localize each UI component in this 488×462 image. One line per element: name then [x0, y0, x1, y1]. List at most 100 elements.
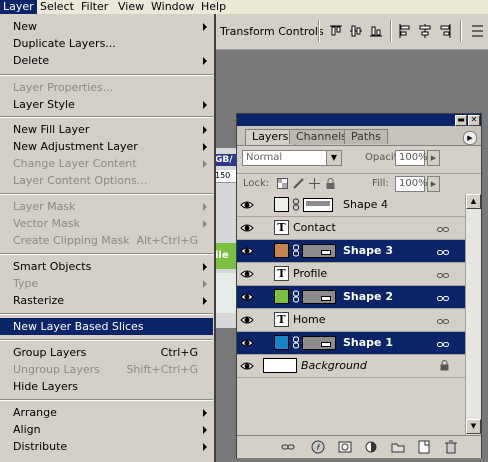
- menu-item-duplicate-layers[interactable]: Duplicate Layers...: [0, 35, 213, 52]
- layer-name[interactable]: Shape 3: [343, 244, 393, 257]
- vector-mask-thumbnail[interactable]: [303, 198, 333, 212]
- menu-item-label: New Layer Based Slices: [13, 320, 144, 333]
- vector-mask-thumbnail[interactable]: [302, 336, 336, 350]
- menu-item-rasterize[interactable]: Rasterize: [0, 292, 213, 309]
- menu-item-change-layer-content[interactable]: Change Layer Content: [0, 155, 213, 172]
- menu-item-type[interactable]: Type: [0, 275, 213, 292]
- opacity-field[interactable]: 100%: [395, 150, 428, 166]
- menu-item-new-adjustment-layer[interactable]: New Adjustment Layer: [0, 138, 213, 155]
- layer-row-shape-2[interactable]: Shape 2: [237, 286, 465, 309]
- layer-name[interactable]: Contact: [293, 221, 336, 234]
- eye-icon[interactable]: [240, 313, 254, 327]
- menu-item-group-layers[interactable]: Group Layers Ctrl+G: [0, 344, 213, 361]
- menu-item-align[interactable]: Align: [0, 421, 213, 438]
- menu-item-new-fill-layer[interactable]: New Fill Layer: [0, 121, 213, 138]
- menu-item-arrange[interactable]: Arrange: [0, 404, 213, 421]
- link-layers-icon[interactable]: [281, 440, 295, 454]
- layer-name[interactable]: Background: [301, 359, 367, 372]
- menu-item-layer-content-options[interactable]: Layer Content Options...: [0, 172, 213, 189]
- align-bottom-icon[interactable]: [369, 23, 383, 39]
- menu-item-distribute[interactable]: Distribute: [0, 438, 213, 455]
- opacity-arrow-icon[interactable]: ▶: [427, 150, 440, 166]
- scroll-up-icon[interactable]: ▲: [466, 194, 481, 209]
- layer-thumbnail[interactable]: [274, 335, 289, 350]
- close-icon[interactable]: ✕: [468, 115, 480, 126]
- menu-window[interactable]: Window: [148, 0, 197, 14]
- layer-thumbnail[interactable]: [274, 243, 289, 258]
- menu-item-ungroup-layers[interactable]: Ungroup Layers Shift+Ctrl+G: [0, 361, 213, 378]
- panel-titlebar[interactable]: ▬ ✕: [237, 114, 481, 126]
- menu-item-smart-objects[interactable]: Smart Objects: [0, 258, 213, 275]
- text-layer-icon: T: [274, 220, 289, 235]
- eye-icon[interactable]: [240, 267, 254, 281]
- eye-icon[interactable]: [240, 359, 254, 373]
- chain-link-icon[interactable]: [292, 290, 300, 304]
- layer-thumbnail[interactable]: [274, 197, 289, 212]
- blend-mode-select[interactable]: Normal ▼: [242, 150, 342, 166]
- lock-transparent-icon[interactable]: [277, 178, 288, 189]
- lock-all-icon[interactable]: [325, 178, 336, 189]
- menu-help[interactable]: Help: [198, 0, 229, 14]
- panel-menu-icon[interactable]: ▶: [463, 131, 477, 145]
- lock-pixels-icon[interactable]: [293, 178, 304, 189]
- eye-icon[interactable]: [240, 290, 254, 304]
- tab-layers[interactable]: Layers: [245, 129, 296, 145]
- add-mask-icon[interactable]: [338, 440, 352, 454]
- layer-list-scrollbar[interactable]: ▲ ▼: [465, 194, 481, 435]
- layer-row-shape-3[interactable]: Shape 3: [237, 240, 465, 263]
- menu-item-vector-mask[interactable]: Vector Mask: [0, 215, 213, 232]
- menu-item-new-layer-based-slices[interactable]: New Layer Based Slices: [0, 318, 213, 335]
- chain-link-icon[interactable]: [292, 244, 300, 258]
- eye-icon[interactable]: [240, 221, 254, 235]
- new-layer-icon[interactable]: [417, 440, 431, 454]
- layer-row-background[interactable]: Background: [237, 355, 465, 378]
- layer-row-shape-1[interactable]: Shape 1: [237, 332, 465, 355]
- lock-position-icon[interactable]: [309, 178, 320, 189]
- menu-item-create-clipping-mask[interactable]: Create Clipping Mask Alt+Ctrl+G: [0, 232, 213, 249]
- chain-link-icon[interactable]: [292, 198, 300, 212]
- chain-link-icon[interactable]: [292, 336, 300, 350]
- trash-icon[interactable]: [444, 440, 458, 454]
- layer-thumbnail[interactable]: [263, 358, 297, 373]
- align-right-icon[interactable]: [438, 23, 452, 39]
- fill-arrow-icon[interactable]: ▶: [427, 176, 440, 192]
- distribute-top-icon[interactable]: [470, 23, 484, 39]
- layer-name[interactable]: Profile: [293, 267, 327, 280]
- layer-row-contact[interactable]: T Contact: [237, 217, 465, 240]
- new-group-icon[interactable]: [391, 440, 405, 454]
- fill-field[interactable]: 100%: [395, 176, 428, 192]
- menu-item-new[interactable]: New: [0, 18, 213, 35]
- vector-mask-thumbnail[interactable]: [302, 244, 336, 258]
- layer-name[interactable]: Home: [293, 313, 325, 326]
- menu-layer[interactable]: Layer: [0, 0, 37, 14]
- transform-controls-label[interactable]: Transform Controls: [220, 25, 324, 38]
- align-vertical-center-icon[interactable]: [349, 23, 363, 39]
- menu-view[interactable]: View: [115, 0, 147, 14]
- layer-row-profile[interactable]: T Profile: [237, 263, 465, 286]
- adjustment-layer-icon[interactable]: [364, 440, 378, 454]
- menu-item-layer-mask[interactable]: Layer Mask: [0, 198, 213, 215]
- eye-icon[interactable]: [240, 198, 254, 212]
- minimize-icon[interactable]: ▬: [455, 115, 467, 126]
- eye-icon[interactable]: [240, 244, 254, 258]
- menu-item-hide-layers[interactable]: Hide Layers: [0, 378, 213, 395]
- tab-paths[interactable]: Paths: [344, 129, 388, 144]
- layer-name[interactable]: Shape 2: [343, 290, 393, 303]
- align-left-icon[interactable]: [398, 23, 412, 39]
- menu-item-layer-style[interactable]: Layer Style: [0, 96, 213, 113]
- align-top-icon[interactable]: [329, 23, 343, 39]
- eye-icon[interactable]: [240, 336, 254, 350]
- menu-item-layer-properties[interactable]: Layer Properties...: [0, 79, 213, 96]
- vector-mask-thumbnail[interactable]: [302, 290, 336, 304]
- layer-row-shape-4[interactable]: Shape 4: [237, 194, 465, 217]
- align-horizontal-center-icon[interactable]: [418, 23, 432, 39]
- layer-name[interactable]: Shape 1: [343, 336, 393, 349]
- scroll-down-icon[interactable]: ▼: [466, 419, 481, 434]
- menu-select[interactable]: Select: [37, 0, 77, 14]
- layer-name[interactable]: Shape 4: [343, 198, 388, 211]
- layer-style-icon[interactable]: f: [311, 440, 325, 454]
- menu-filter[interactable]: Filter: [78, 0, 111, 14]
- layer-thumbnail[interactable]: [274, 289, 289, 304]
- layer-row-home[interactable]: T Home: [237, 309, 465, 332]
- menu-item-delete[interactable]: Delete: [0, 52, 213, 69]
